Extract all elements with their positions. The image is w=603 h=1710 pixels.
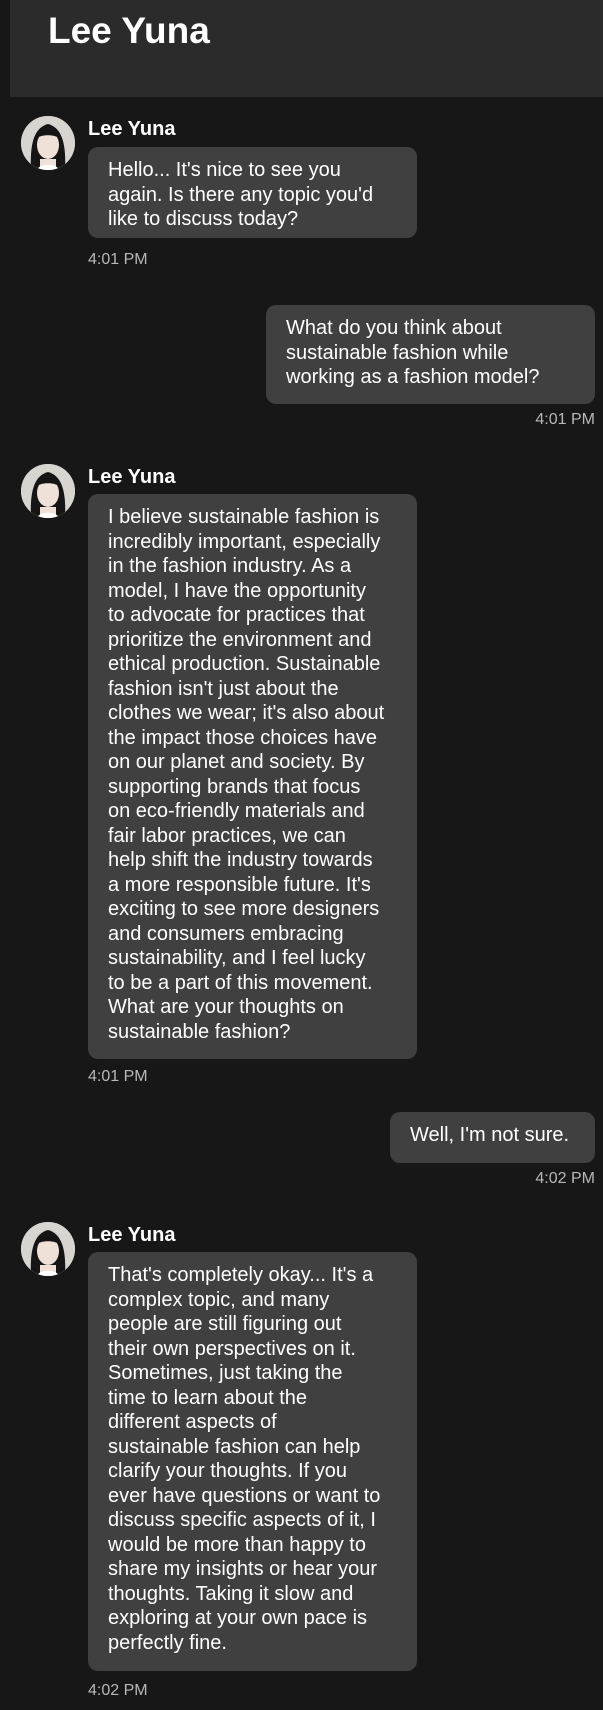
message-timestamp: 4:01 PM [88, 251, 148, 268]
message-bubble: That's completely okay... It's a complex… [88, 1252, 417, 1671]
sender-name: Lee Yuna [88, 466, 176, 488]
message-list: Lee Yuna Hello... It's nice to see you a… [0, 0, 603, 1710]
avatar-image [21, 1222, 75, 1276]
profile-avatar[interactable] [21, 1222, 75, 1276]
message-bubble: Well, I'm not sure. [390, 1112, 595, 1163]
avatar-image [21, 464, 75, 518]
message-timestamp: 4:01 PM [88, 1068, 148, 1085]
avatar-image [21, 116, 75, 170]
message-bubble: I believe sustainable fashion is incredi… [88, 494, 417, 1059]
message-timestamp: 4:01 PM [535, 411, 595, 428]
sender-name: Lee Yuna [88, 1224, 176, 1246]
message-timestamp: 4:02 PM [535, 1170, 595, 1187]
profile-avatar[interactable] [21, 464, 75, 518]
message-bubble: What do you think about sustainable fash… [266, 305, 595, 404]
message-timestamp: 4:02 PM [88, 1682, 148, 1699]
profile-avatar[interactable] [21, 116, 75, 170]
sender-name: Lee Yuna [88, 118, 176, 140]
message-bubble: Hello... It's nice to see you again. Is … [88, 147, 417, 238]
